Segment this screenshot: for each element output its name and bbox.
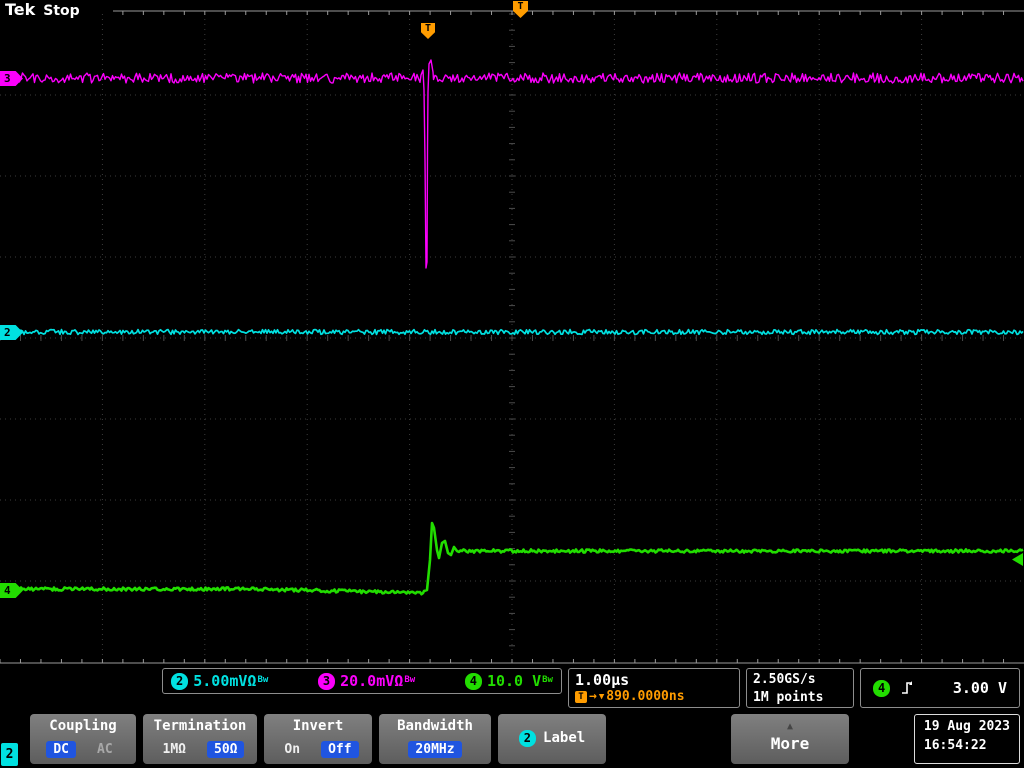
trigger-delay-value: 890.0000ns [606, 689, 684, 704]
termination-button[interactable]: Termination 1MΩ 50Ω [143, 714, 257, 764]
coupling-title: Coupling [49, 718, 116, 734]
ch4-badge: 4 [465, 673, 482, 690]
trigger-delay-readout: T→▼890.0000ns [575, 689, 733, 704]
ch3-bandwidth-limit-icon: Bw [404, 675, 415, 685]
coupling-ac-option[interactable]: AC [90, 741, 120, 758]
trigger-t-icon: T [575, 691, 587, 703]
ch4-scale-value: 10.0 VBw [487, 672, 553, 690]
trigger-readout: 4 3.00 V [860, 668, 1020, 708]
sample-rate: 2.50GS/s [753, 671, 847, 689]
graticule [0, 0, 1024, 666]
more-text: More [771, 734, 810, 753]
ch2-scale-value: 5.00mVΩBw [193, 672, 268, 690]
invert-button[interactable]: Invert On Off [264, 714, 372, 764]
up-triangle-icon: ▲ [787, 723, 793, 731]
ch4-bandwidth-limit-icon: Bw [542, 675, 553, 685]
timebase-value: 1.00μs [575, 671, 733, 689]
coupling-dc-option[interactable]: DC [46, 741, 76, 758]
ch2-bandwidth-limit-icon: Bw [257, 675, 268, 685]
trigger-source-badge: 4 [873, 680, 890, 697]
ch2-scale-readout: 2 5.00mVΩBw [171, 672, 268, 690]
channel-scale-readouts: 2 5.00mVΩBw 3 20.0mVΩBw 4 10.0 VBw [162, 668, 562, 694]
ch4-scale-readout: 4 10.0 VBw [465, 672, 553, 690]
invert-title: Invert [293, 718, 344, 734]
ch3-scale-readout: 3 20.0mVΩBw [318, 672, 415, 690]
invert-on-option[interactable]: On [277, 741, 307, 758]
header: Tek Stop [5, 0, 80, 19]
coupling-button[interactable]: Coupling DC AC [30, 714, 136, 764]
label-text: Label [543, 730, 585, 746]
termination-title: Termination [154, 718, 247, 734]
ch3-scale-value: 20.0mVΩBw [340, 672, 415, 690]
bandwidth-value: 20MHz [408, 741, 461, 758]
time-value: 16:54:22 [924, 737, 1010, 756]
acquisition-readout: 2.50GS/s 1M points [746, 668, 854, 708]
tek-logo: Tek [5, 0, 35, 19]
active-channel-corner-badge: 2 [1, 743, 18, 766]
acquisition-status: Stop [43, 3, 79, 19]
more-button[interactable]: ▲ More [731, 714, 849, 764]
label-channel-badge: 2 [519, 730, 536, 747]
ch2-trace [0, 330, 1023, 335]
ch2-badge: 2 [171, 673, 188, 690]
invert-off-option[interactable]: Off [321, 741, 358, 758]
trigger-level-value: 3.00 V [953, 679, 1007, 697]
bottom-menu-bar: Coupling DC AC Termination 1MΩ 50Ω Inver… [0, 712, 1024, 768]
termination-1mohm-option[interactable]: 1MΩ [156, 741, 193, 758]
record-length: 1M points [753, 689, 847, 707]
arrow-right-icon: → [589, 689, 597, 704]
oscilloscope-screen: TekStop 3 2 4 T T 2 5.00mVΩBw 3 20.0mVΩB… [0, 0, 1024, 768]
readout-bar: 2 5.00mVΩBw 3 20.0mVΩBw 4 10.0 VBw 1.00μ… [0, 666, 1024, 712]
rising-edge-slope-icon [900, 680, 914, 696]
datetime-box: 19 Aug 2023 16:54:22 [914, 714, 1020, 764]
ch3-badge: 3 [318, 673, 335, 690]
label-button[interactable]: 2 Label [498, 714, 606, 764]
date-value: 19 Aug 2023 [924, 718, 1010, 737]
down-triangle-icon: ▼ [599, 692, 604, 702]
scope-display-area: TekStop 3 2 4 T T [0, 0, 1024, 666]
horizontal-readout: 1.00μs T→▼890.0000ns [568, 668, 740, 708]
ch4-trace [0, 523, 1023, 594]
bandwidth-title: Bandwidth [397, 718, 473, 734]
termination-50ohm-option[interactable]: 50Ω [207, 741, 244, 758]
bandwidth-button[interactable]: Bandwidth 20MHz [379, 714, 491, 764]
